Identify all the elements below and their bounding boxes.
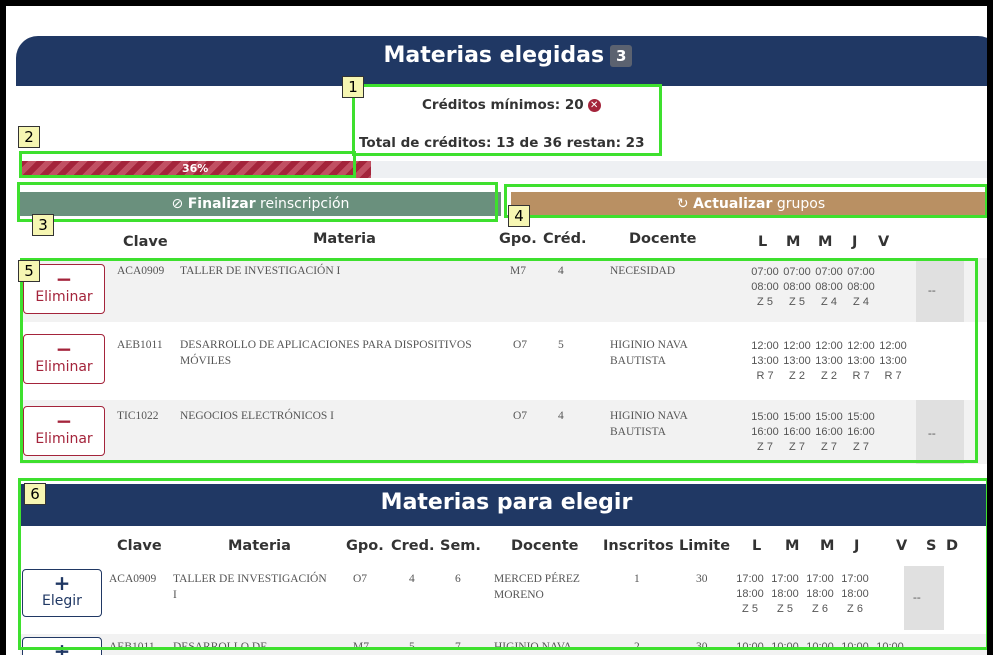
- chosen-count-badge: 3: [610, 45, 633, 67]
- col-l: L: [758, 234, 768, 250]
- col-j: J: [852, 234, 858, 250]
- callout-box-1: [352, 84, 662, 156]
- callout-number-2: 2: [18, 126, 40, 148]
- chosen-header: Materias elegidas 3: [16, 36, 987, 86]
- col-m2: M: [818, 234, 833, 250]
- callout-box-4: [504, 184, 987, 218]
- callout-number-4: 4: [508, 205, 530, 227]
- col-m1: M: [786, 234, 801, 250]
- callout-box-3: [17, 182, 498, 222]
- callout-box-6: [18, 478, 987, 650]
- callout-number-5: 5: [18, 260, 40, 282]
- callout-box-5: [20, 258, 978, 463]
- col-docente: Docente: [629, 231, 697, 247]
- col-gpo: Gpo.: [499, 231, 537, 247]
- col-v: V: [878, 234, 890, 250]
- chosen-title: Materias elegidas: [383, 43, 605, 68]
- callout-number-6: 6: [24, 483, 46, 505]
- callout-number-3: 3: [32, 214, 54, 236]
- app-frame: Materias elegidas 3 Créditos mínimos: 20 ✕…: [6, 6, 987, 655]
- col-clave: Clave: [123, 234, 168, 250]
- col-materia: Materia: [313, 231, 376, 247]
- callout-number-1: 1: [342, 76, 364, 98]
- callout-box-2: [19, 151, 356, 178]
- col-cred: Créd.: [543, 231, 587, 247]
